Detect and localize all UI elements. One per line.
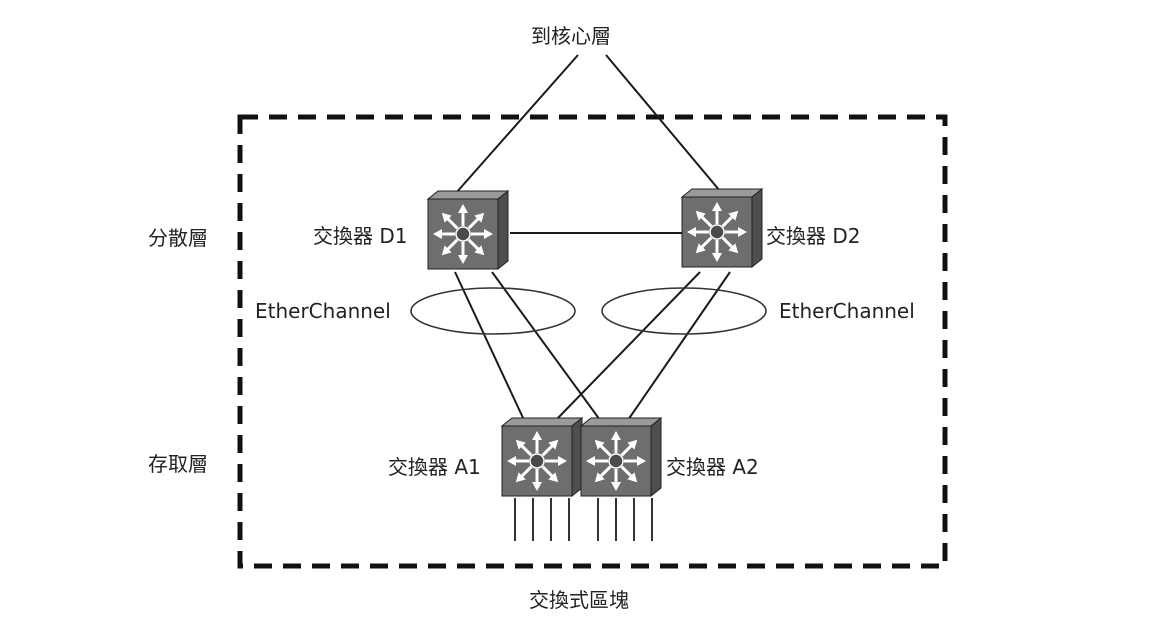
switch-d1-icon — [426, 189, 510, 271]
switch-a1-icon — [500, 416, 584, 498]
switch-d1-label: 交換器 D1 — [313, 224, 408, 248]
switch-a1-label: 交換器 A1 — [388, 455, 481, 479]
d1-core-link — [455, 54, 579, 194]
switch-block-label: 交換式區塊 — [529, 588, 629, 612]
a1-port-lines — [514, 498, 570, 541]
etherchannel-ellipse-right — [601, 287, 767, 335]
switch-a2-icon — [579, 416, 663, 498]
d2-core-link — [605, 54, 721, 192]
access-layer-label: 存取層 — [148, 452, 208, 476]
switch-d2-label: 交換器 D2 — [766, 224, 861, 248]
etherchannel-label-right: EtherChannel — [779, 299, 915, 323]
distribution-layer-label: 分散層 — [148, 226, 208, 250]
etherchannel-ellipse-left — [410, 287, 576, 335]
etherchannel-label-left: EtherChannel — [255, 299, 391, 323]
d1-a1-link — [454, 271, 525, 421]
switch-d2-icon — [680, 187, 764, 269]
switch-a2-label: 交換器 A2 — [666, 455, 759, 479]
a2-port-lines — [597, 498, 653, 541]
switch-block-diagram — [237, 54, 948, 569]
to-core-label: 到核心層 — [531, 24, 611, 48]
switch-block-boundary — [237, 114, 948, 569]
